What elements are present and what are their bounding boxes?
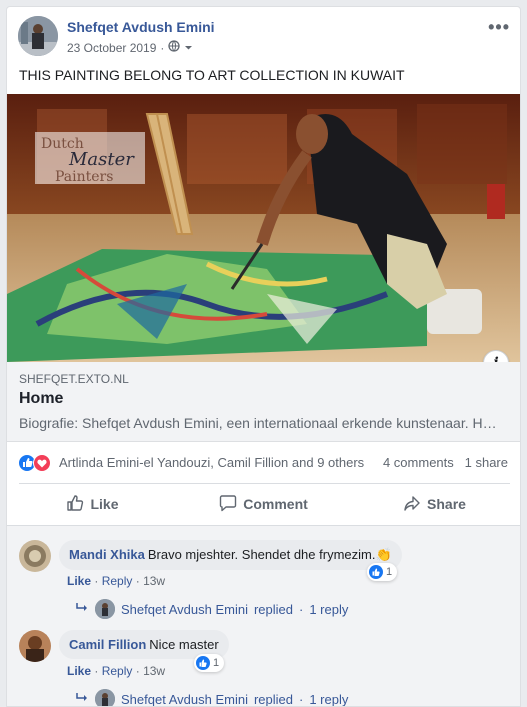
comment-reply-link[interactable]: Reply — [102, 574, 133, 588]
share-button[interactable]: Share — [349, 484, 520, 524]
author-avatar[interactable] — [18, 16, 58, 56]
reactions-summary: Artlinda Emini-el Yandouzi, Camil Fillio… — [7, 442, 520, 483]
watermark-line2: Master — [68, 149, 135, 170]
comment-like-link[interactable]: Like — [67, 574, 91, 588]
comment-text: Nice master — [149, 637, 219, 652]
link-domain: SHEFQET.EXTO.NL — [19, 372, 129, 386]
like-reaction-icon — [369, 565, 383, 579]
chevron-down-icon[interactable] — [184, 41, 193, 55]
view-replies-link[interactable]: Shefqet Avdush Emini replied · 1 reply — [75, 599, 348, 619]
reply-avatar — [95, 689, 115, 706]
reply-arrow-icon — [75, 692, 89, 707]
comment-avatar[interactable] — [19, 630, 51, 662]
comment-like-count[interactable]: 1 — [367, 563, 398, 581]
comment-actions: Like · Reply · 13w — [67, 664, 165, 678]
meta-separator: · — [160, 40, 165, 55]
more-options-icon[interactable]: ••• — [488, 17, 510, 38]
post-photo[interactable]: Dutch Master Painters — [7, 94, 520, 362]
separator: · — [135, 574, 140, 588]
post-date[interactable]: 23 October 2019 — [67, 41, 156, 55]
comments-count[interactable]: 4 comments — [383, 455, 454, 470]
comment-reply-link[interactable]: Reply — [102, 664, 133, 678]
view-replies-link[interactable]: Shefqet Avdush Emini replied · 1 reply — [75, 689, 349, 707]
share-label: Share — [427, 496, 466, 512]
reply-author: Shefqet Avdush Emini — [121, 601, 248, 617]
reply-count: 1 reply — [309, 691, 349, 707]
reply-verb: replied — [253, 601, 293, 617]
reply-author: Shefqet Avdush Emini — [121, 691, 248, 707]
post-card: Shefqet Avdush Emini 23 October 2019 · •… — [6, 6, 521, 707]
like-reaction-icon — [196, 656, 210, 670]
comment-time[interactable]: 13w — [143, 664, 165, 678]
comment-author[interactable]: Camil Fillion — [69, 637, 146, 652]
post-header: Shefqet Avdush Emini 23 October 2019 · •… — [7, 7, 520, 67]
like-count-value: 1 — [386, 566, 393, 578]
comment-actions: Like · Reply · 13w — [67, 574, 165, 588]
comment-time[interactable]: 13w — [143, 574, 165, 588]
speech-bubble-icon — [219, 494, 237, 515]
link-description: Biografie: Shefqet Avdush Emini, een int… — [19, 415, 499, 431]
post-actions: Like Comment Share — [7, 484, 520, 524]
reaction-icons[interactable] — [18, 454, 54, 472]
link-title[interactable]: Home — [19, 390, 63, 408]
comment-label: Comment — [243, 496, 308, 512]
reply-count: 1 reply — [309, 601, 349, 617]
comment-like-link[interactable]: Like — [67, 664, 91, 678]
post-author-name[interactable]: Shefqet Avdush Emini — [67, 19, 215, 35]
reply-avatar — [95, 599, 115, 619]
globe-icon[interactable] — [168, 40, 181, 55]
separator: · — [94, 664, 99, 678]
comment-like-count[interactable]: 1 — [194, 654, 225, 672]
separator: · — [135, 664, 140, 678]
like-button[interactable]: Like — [7, 484, 178, 524]
thumbs-up-icon — [66, 494, 84, 515]
like-count-value: 1 — [213, 657, 220, 669]
comment-bubble: Mandi Xhika Bravo mjeshter. Shendet dhe f… — [59, 540, 402, 570]
share-arrow-icon — [403, 494, 421, 515]
post-meta: 23 October 2019 · — [67, 40, 193, 55]
comment-button[interactable]: Comment — [178, 484, 349, 524]
separator: · — [298, 691, 304, 707]
like-label: Like — [90, 496, 119, 512]
comment-text: Bravo mjeshter. Shendet dhe frymezim. — [147, 547, 376, 562]
reply-arrow-icon — [75, 602, 89, 617]
engagement-counts: 4 comments 1 share — [383, 455, 508, 470]
clapping-hands-emoji: 👏 — [375, 547, 392, 562]
separator: · — [298, 601, 304, 617]
reply-verb: replied — [253, 691, 293, 707]
shares-count[interactable]: 1 share — [465, 455, 508, 470]
link-preview[interactable]: SHEFQET.EXTO.NL Home Biografie: Shefqet … — [7, 362, 520, 442]
separator: · — [94, 574, 99, 588]
comment-author[interactable]: Mandi Xhika — [69, 547, 145, 562]
post-text: THIS PAINTING BELONG TO ART COLLECTION I… — [19, 67, 405, 83]
comment-avatar[interactable] — [19, 540, 51, 572]
comments-section: Mandi Xhika Bravo mjeshter. Shendet dhe f… — [7, 525, 520, 707]
watermark-line3: Painters — [55, 169, 113, 185]
reaction-names[interactable]: Artlinda Emini-el Yandouzi, Camil Fillio… — [59, 455, 364, 470]
